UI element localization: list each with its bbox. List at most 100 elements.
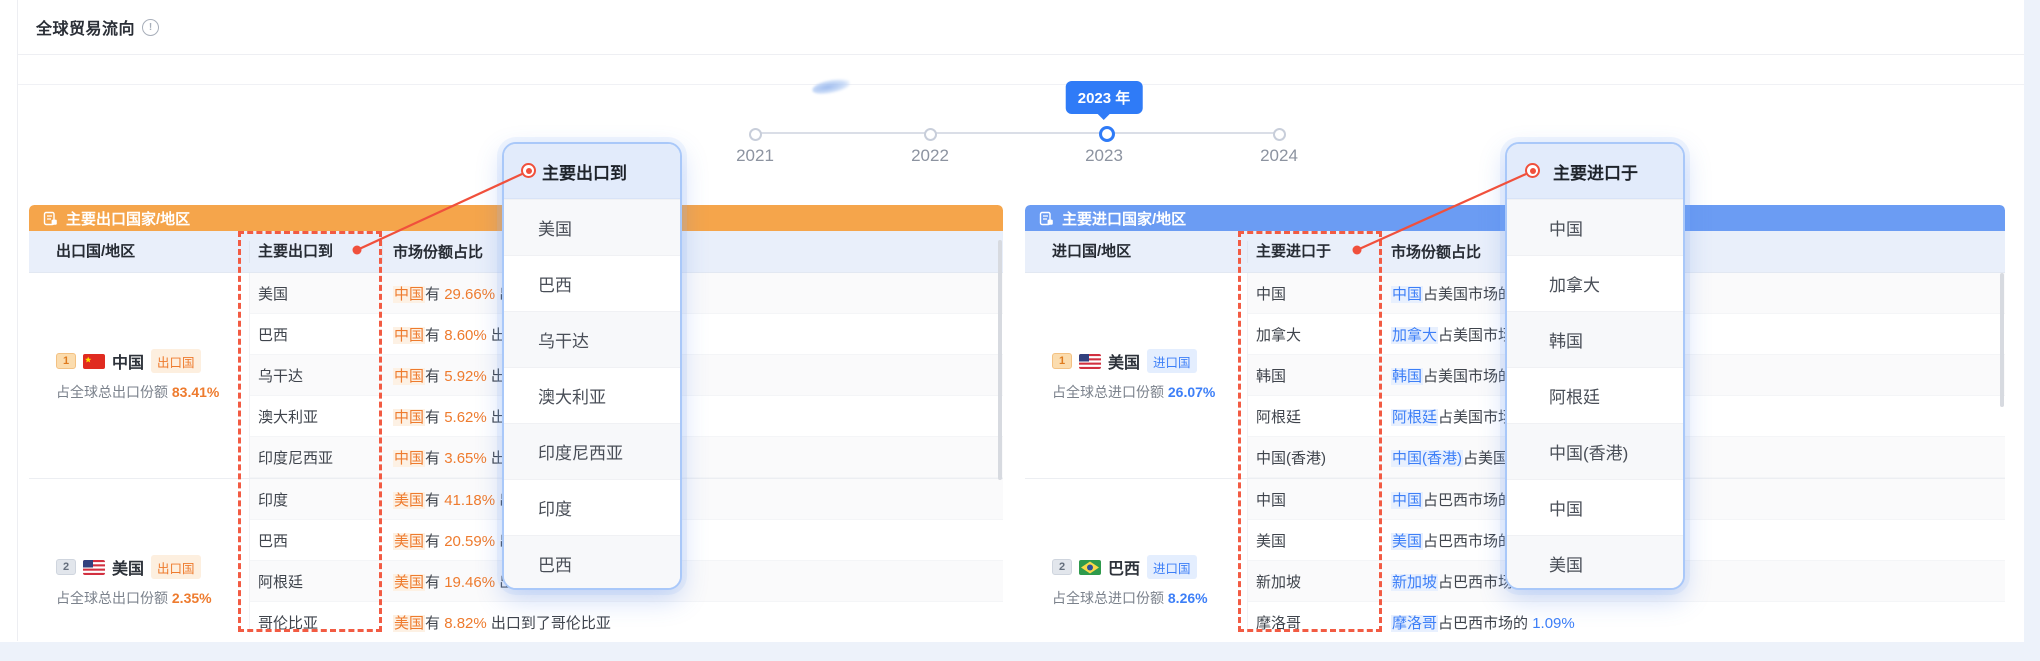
export-destination-column-highlight — [238, 231, 382, 632]
country-group-heading: 1中国出口国 — [56, 349, 249, 373]
share-pct: 8.60% — [444, 327, 487, 344]
import-table-scrollbar[interactable] — [2000, 273, 2004, 407]
flag-br-icon — [1079, 560, 1101, 575]
global-share-line: 占全球总进口份额 8.26% — [1052, 588, 1247, 608]
year-slider-stop[interactable] — [1273, 128, 1286, 141]
import-source-column-highlight — [1238, 231, 1382, 632]
country-group-cell: 1美国进口国占全球总进口份额 26.07% — [1025, 273, 1248, 478]
share-hl: 中国 — [393, 409, 425, 426]
country-name: 巴西 — [1108, 555, 1140, 579]
popup-item: 澳大利亚 — [504, 367, 680, 423]
col-export-country: 出口国/地区 — [29, 241, 250, 263]
year-label[interactable]: 2024 — [1234, 146, 1324, 166]
watermark-artifact — [811, 77, 851, 96]
global-share-value: 8.26% — [1168, 590, 1208, 606]
share-text: 占巴西市场 — [1438, 574, 1513, 591]
import-table-title: 主要进口国家/地区 — [1062, 208, 1186, 229]
global-share-value: 26.07% — [1168, 384, 1215, 400]
country-name: 中国 — [112, 349, 144, 373]
market-share-cell: 韩国占美国市场的 — [1381, 365, 2005, 386]
share-hl: 韩国 — [1391, 368, 1423, 385]
share-text: 有 — [425, 492, 444, 509]
flag-us-icon — [83, 560, 105, 575]
share-text: 有 — [425, 409, 444, 426]
share-hl: 中国 — [393, 286, 425, 303]
year-label[interactable]: 2023 — [1059, 146, 1149, 166]
share-hl: 美国 — [393, 615, 425, 632]
market-share-cell: 摩洛哥占巴西市场的 1.09% — [1381, 612, 2005, 633]
market-share-cell: 中国有 5.92% 出口到了乌干达 — [383, 365, 1003, 386]
country-type-badge: 进口国 — [1147, 349, 1197, 373]
share-text: 有 — [425, 574, 444, 591]
share-pct: 5.62% — [444, 409, 487, 426]
market-share-cell: 美国有 19.46% 出口到了阿根廷 — [383, 571, 1003, 592]
market-share-cell: 中国有 5.62% 出口到了澳大利亚 — [383, 406, 1003, 427]
section-header: 全球贸易流向 ! — [18, 0, 2024, 55]
share-pct: 5.92% — [444, 368, 487, 385]
country-group-heading: 2巴西进口国 — [1052, 555, 1247, 579]
year-tooltip: 2023 年 — [1066, 81, 1143, 114]
popup-item: 美国 — [504, 199, 680, 255]
popup-item: 印度尼西亚 — [504, 423, 680, 479]
import-source-popup: 主要进口于 中国加拿大韩国阿根廷中国(香港)中国美国 — [1505, 142, 1685, 590]
share-text: 有 — [425, 615, 444, 632]
share-hl: 中国 — [1391, 286, 1423, 303]
share-hl: 美国 — [393, 574, 425, 591]
share-hl: 阿根廷 — [1391, 409, 1438, 426]
rank-badge: 2 — [1052, 559, 1072, 575]
year-slider-track[interactable] — [755, 132, 1279, 134]
market-share-cell: 中国有 3.65% 出口到了印度尼西亚 — [383, 447, 1003, 468]
share-hl: 美国 — [393, 533, 425, 550]
share-text: 占美国市场 — [1438, 327, 1513, 344]
share-pct: 1.09% — [1532, 615, 1575, 632]
popup-item: 加拿大 — [1507, 255, 1683, 311]
card-top-border — [18, 84, 2024, 85]
market-share-cell: 中国有 29.66% 出口到了美国 — [383, 283, 1003, 304]
table-form-icon — [1039, 211, 1054, 226]
rank-badge: 2 — [56, 559, 76, 575]
market-share-cell: 新加坡占巴西市场 — [1381, 571, 2005, 592]
year-slider-stop[interactable] — [749, 128, 762, 141]
page-title: 全球贸易流向 — [36, 15, 135, 39]
share-pct: 3.65% — [444, 450, 487, 467]
share-hl: 新加坡 — [1391, 574, 1438, 591]
share-hl: 中国 — [393, 450, 425, 467]
global-share-line: 占全球总进口份额 26.07% — [1052, 382, 1247, 402]
share-text: 占美国市场的 — [1423, 286, 1513, 303]
year-slider-stop[interactable] — [924, 128, 937, 141]
export-table-title: 主要出口国家/地区 — [66, 208, 190, 229]
page-right-strip — [2024, 0, 2040, 661]
col-import-market-share: 市场份额占比 — [1381, 241, 2005, 262]
popup-item: 韩国 — [1507, 311, 1683, 367]
country-name: 美国 — [112, 555, 144, 579]
info-icon[interactable]: ! — [142, 19, 159, 36]
share-text: 有 — [425, 327, 444, 344]
market-share-cell: 美国占巴西市场的 — [1381, 530, 2005, 551]
country-type-badge: 出口国 — [151, 555, 201, 579]
share-text: 占美国市场的 — [1423, 368, 1513, 385]
year-slider-stop[interactable] — [1099, 126, 1115, 142]
share-hl: 中国 — [393, 327, 425, 344]
share-hl: 摩洛哥 — [1391, 615, 1438, 632]
import-popup-anchor-dot — [1525, 163, 1540, 178]
market-share-cell: 美国有 20.59% 出口到了巴西 — [383, 530, 1003, 551]
popup-item: 中国 — [1507, 479, 1683, 535]
export-table-scrollbar[interactable] — [998, 240, 1002, 480]
share-text: 占巴西市场的 — [1423, 492, 1513, 509]
year-label[interactable]: 2022 — [885, 146, 975, 166]
country-group-heading: 1美国进口国 — [1052, 349, 1247, 373]
market-share-cell: 美国有 41.18% 出口到了印度 — [383, 489, 1003, 510]
year-label[interactable]: 2021 — [710, 146, 800, 166]
page-left-border — [17, 0, 18, 641]
popup-item: 中国 — [1507, 199, 1683, 255]
share-text: 有 — [425, 533, 444, 550]
country-type-badge: 出口国 — [151, 349, 201, 373]
share-hl: 美国 — [1391, 533, 1423, 550]
market-share-cell: 阿根廷占美国市场 — [1381, 406, 2005, 427]
share-text: 出口到了哥伦比亚 — [487, 615, 611, 632]
share-hl: 中国 — [393, 368, 425, 385]
global-share-value: 83.41% — [172, 384, 219, 400]
popup-item: 乌干达 — [504, 311, 680, 367]
market-share-cell: 中国占巴西市场的 — [1381, 489, 2005, 510]
country-group-cell: 2美国出口国占全球总出口份额 2.35% — [29, 479, 250, 633]
